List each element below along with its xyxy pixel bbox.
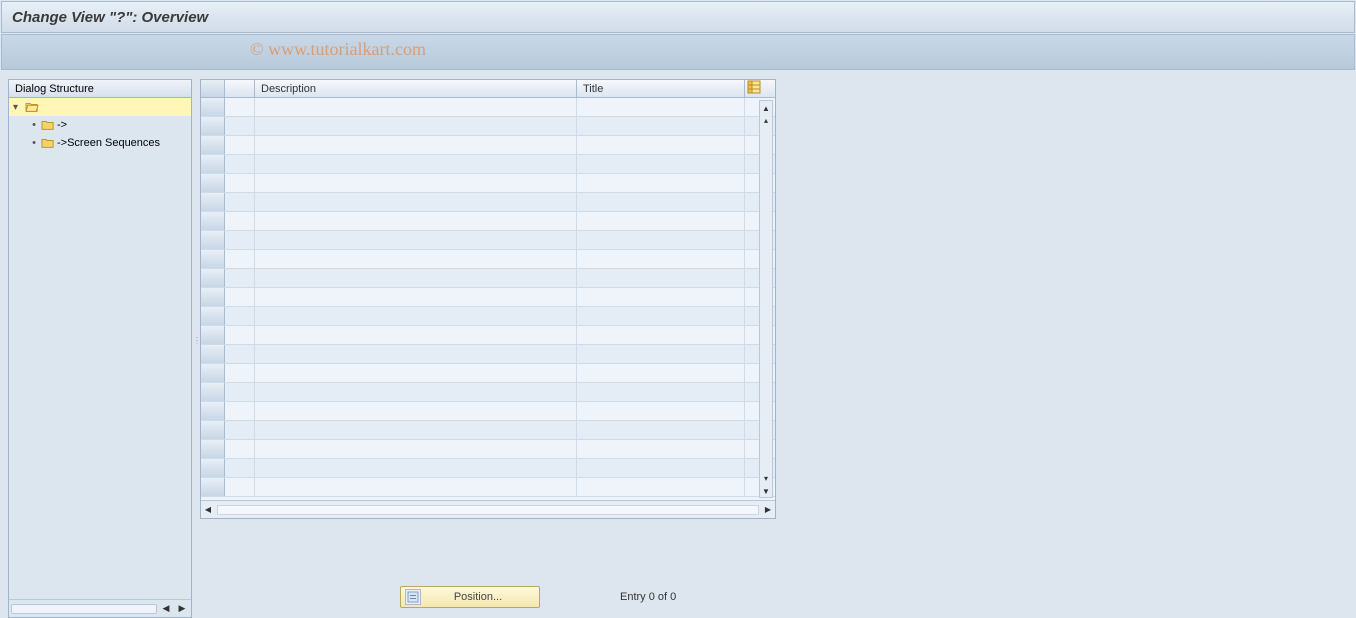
table-footer: Position... Entry 0 of 0: [200, 585, 776, 609]
scroll-down-icon[interactable]: ▼: [760, 485, 772, 497]
scroll-track[interactable]: [217, 505, 759, 515]
table-settings-button[interactable]: [745, 80, 763, 97]
position-label: Position...: [427, 591, 529, 603]
work-area: Dialog Structure ▾ • -> •: [0, 79, 1356, 618]
tree-node-child[interactable]: • ->: [9, 116, 191, 134]
table-row[interactable]: [201, 269, 775, 288]
table-header-row: Description Title: [201, 80, 775, 98]
table-body: ▲ ▴ ▾ ▼: [201, 98, 775, 500]
table-row[interactable]: [201, 231, 775, 250]
tree-node-screen-sequences[interactable]: • ->Screen Sequences: [9, 134, 191, 152]
tree-node-root[interactable]: ▾: [9, 98, 191, 116]
position-button[interactable]: Position...: [400, 586, 540, 608]
table-row[interactable]: [201, 212, 775, 231]
table-row[interactable]: [201, 383, 775, 402]
bullet-icon: •: [29, 119, 39, 131]
table-row[interactable]: [201, 326, 775, 345]
page-title: Change View "?": Overview: [12, 9, 208, 26]
column-header-title[interactable]: Title: [577, 80, 745, 97]
overview-table: Description Title: [200, 79, 776, 519]
scroll-track[interactable]: [11, 604, 157, 614]
dialog-structure-panel: Dialog Structure ▾ • -> •: [8, 79, 192, 618]
table-row[interactable]: [201, 117, 775, 136]
scroll-right-icon[interactable]: ▶: [761, 503, 775, 517]
table-h-scrollbar[interactable]: ◀ ▶: [201, 500, 775, 518]
scroll-step-up-icon[interactable]: ▴: [760, 114, 772, 126]
scroll-right-icon[interactable]: ▶: [175, 602, 189, 616]
table-row[interactable]: [201, 193, 775, 212]
position-icon: [405, 589, 421, 605]
tree-h-scrollbar[interactable]: ◀ ▶: [9, 599, 191, 617]
scroll-up-icon[interactable]: ▲: [760, 102, 772, 114]
select-all-header[interactable]: [201, 80, 225, 97]
scroll-left-icon[interactable]: ◀: [159, 602, 173, 616]
table-row[interactable]: [201, 345, 775, 364]
table-row[interactable]: [201, 174, 775, 193]
table-row[interactable]: [201, 136, 775, 155]
table-row[interactable]: [201, 440, 775, 459]
tree-node-label: ->: [57, 119, 67, 131]
table-settings-icon: [747, 80, 761, 97]
table-row[interactable]: [201, 402, 775, 421]
title-bar: Change View "?": Overview: [1, 1, 1355, 33]
table-row[interactable]: [201, 364, 775, 383]
tree-header: Dialog Structure: [9, 80, 191, 98]
tree-node-label: ->Screen Sequences: [57, 137, 160, 149]
table-v-scrollbar[interactable]: ▲ ▴ ▾ ▼: [759, 100, 773, 498]
table-row[interactable]: [201, 98, 775, 117]
collapse-icon[interactable]: ▾: [13, 102, 23, 113]
scroll-step-down-icon[interactable]: ▾: [760, 472, 772, 484]
scroll-left-icon[interactable]: ◀: [201, 503, 215, 517]
content-panel: Description Title: [198, 79, 1356, 618]
entry-count-label: Entry 0 of 0: [620, 591, 676, 603]
table-row[interactable]: [201, 459, 775, 478]
bullet-icon: •: [29, 137, 39, 149]
folder-icon: [41, 137, 55, 149]
application-toolbar: [1, 34, 1355, 70]
folder-icon: [41, 119, 55, 131]
table-row[interactable]: [201, 307, 775, 326]
table-row[interactable]: [201, 250, 775, 269]
folder-open-icon: [25, 101, 39, 113]
table-row[interactable]: [201, 478, 775, 497]
column-header-blank[interactable]: [225, 80, 255, 97]
column-header-description[interactable]: Description: [255, 80, 577, 97]
table-row[interactable]: [201, 155, 775, 174]
table-row[interactable]: [201, 421, 775, 440]
tree-body: ▾ • -> • ->Screen Sequences: [9, 98, 191, 599]
table-row[interactable]: [201, 288, 775, 307]
